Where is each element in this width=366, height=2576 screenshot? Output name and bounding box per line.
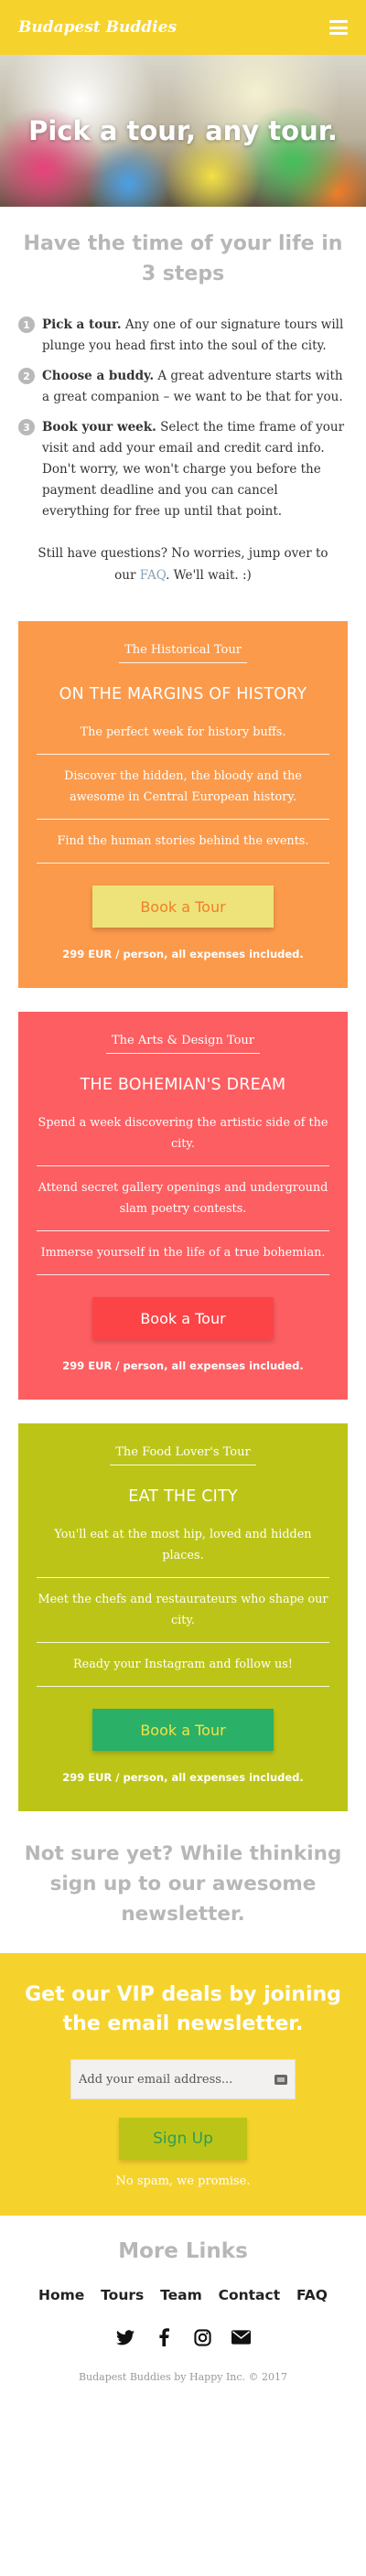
footer-link-home[interactable]: Home	[38, 2287, 84, 2303]
twitter-icon[interactable]	[115, 2327, 135, 2347]
vip-newsletter-section: Get our VIP deals by joining the email n…	[0, 1953, 366, 2216]
tour-point: Meet the chefs and restaurateurs who sha…	[37, 1578, 329, 1643]
hamburger-bar	[329, 20, 348, 23]
tour-name: THE BOHEMIAN'S DREAM	[80, 1076, 286, 1094]
tour-point: Discover the hidden, the bloody and the …	[37, 755, 329, 820]
hero-banner: Pick a tour, any tour.	[0, 55, 366, 207]
hamburger-bar	[329, 32, 348, 35]
facebook-icon[interactable]	[154, 2327, 174, 2347]
tour-name: ON THE MARGINS OF HISTORY	[59, 685, 307, 703]
tour-points: You'll eat at the most hip, loved and hi…	[37, 1522, 329, 1687]
step-body: Select the time frame of your visit and …	[42, 420, 345, 519]
tour-price: 299 EUR / person, all expenses included.	[62, 1359, 304, 1372]
step-text: Pick a tour. Any one of our signature to…	[42, 315, 348, 357]
site-header: Budapest Buddies	[0, 0, 366, 55]
book-tour-button[interactable]: Book a Tour	[92, 1709, 274, 1751]
step-item: 1 Pick a tour. Any one of our signature …	[18, 315, 348, 357]
sign-up-button[interactable]: Sign Up	[119, 2118, 247, 2160]
spam-note: No spam, we promise.	[115, 2174, 251, 2188]
instagram-icon[interactable]	[192, 2327, 212, 2347]
tour-point: Find the human stories behind the events…	[37, 820, 329, 864]
hero-title: Pick a tour, any tour.	[28, 115, 338, 146]
tour-price: 299 EUR / person, all expenses included.	[62, 948, 304, 961]
step-item: 3 Book your week. Select the time frame …	[18, 417, 348, 522]
step-number-badge: 1	[18, 317, 35, 333]
step-bold: Pick a tour.	[42, 317, 122, 332]
tour-point: Immerse yourself in the life of a true b…	[37, 1231, 329, 1275]
tour-title: The Arts & Design Tour	[105, 1028, 261, 1054]
footer-link-faq[interactable]: FAQ	[296, 2287, 328, 2303]
tour-title: The Historical Tour	[119, 638, 247, 663]
step-number-badge: 3	[18, 419, 35, 435]
site-logo[interactable]: Budapest Buddies	[18, 18, 177, 37]
questions-note: Still have questions? No worries, jump o…	[18, 542, 348, 586]
step-bold: Choose a buddy.	[42, 369, 155, 383]
step-number-badge: 2	[18, 368, 35, 384]
newsletter-cta-section: Not sure yet? While thinking sign up to …	[0, 1811, 366, 1953]
tour-points: Spend a week discovering the artistic si…	[37, 1111, 329, 1275]
tour-title: The Food Lover's Tour	[110, 1440, 256, 1465]
more-links-title: More Links	[118, 2239, 248, 2263]
faq-link[interactable]: FAQ	[140, 568, 166, 583]
tour-card-arts-design: The Arts & Design Tour THE BOHEMIAN'S DR…	[18, 1012, 348, 1400]
intro-title: Have the time of your life in 3 steps	[23, 232, 343, 285]
newsletter-cta-title: Not sure yet? While thinking sign up to …	[24, 1842, 342, 1926]
footer-link-contact[interactable]: Contact	[219, 2287, 281, 2303]
footer-nav: Home Tours Team Contact FAQ	[18, 2287, 348, 2303]
tour-name: EAT THE CITY	[128, 1487, 238, 1506]
book-tour-button[interactable]: Book a Tour	[92, 1297, 274, 1339]
tour-point: Attend secret gallery openings and under…	[37, 1166, 329, 1231]
hamburger-bar	[329, 26, 348, 29]
step-item: 2 Choose a buddy. A great adventure star…	[18, 366, 348, 408]
step-text: Book your week. Select the time frame of…	[42, 417, 348, 522]
email-input[interactable]	[79, 2072, 274, 2087]
copyright: Budapest Buddies by Happy Inc. © 2017	[78, 2371, 288, 2383]
tour-points: The perfect week for history buffs. Disc…	[37, 720, 329, 864]
tour-point: Spend a week discovering the artistic si…	[37, 1111, 329, 1166]
intro-section: Have the time of your life in 3 steps 1 …	[0, 207, 366, 596]
email-card-icon	[274, 2074, 287, 2085]
tour-point: The perfect week for history buffs.	[37, 720, 329, 755]
step-bold: Book your week.	[42, 420, 156, 435]
footer-link-team[interactable]: Team	[160, 2287, 202, 2303]
footer: More Links Home Tours Team Contact FAQ B…	[0, 2216, 366, 2420]
tour-price: 299 EUR / person, all expenses included.	[62, 1771, 304, 1784]
step-text: Choose a buddy. A great adventure starts…	[42, 366, 348, 408]
tour-point: Ready your Instagram and follow us!	[37, 1643, 329, 1687]
questions-post: . We'll wait. :)	[166, 568, 252, 583]
steps-list: 1 Pick a tour. Any one of our signature …	[18, 315, 348, 522]
envelope-icon[interactable]	[231, 2327, 251, 2347]
vip-title: Get our VIP deals by joining the email n…	[25, 1983, 341, 2035]
social-links	[18, 2327, 348, 2347]
book-tour-button[interactable]: Book a Tour	[92, 886, 274, 928]
tour-point: You'll eat at the most hip, loved and hi…	[37, 1522, 329, 1578]
tour-card-historical: The Historical Tour ON THE MARGINS OF HI…	[18, 621, 348, 988]
tour-card-food-lover: The Food Lover's Tour EAT THE CITY You'l…	[18, 1423, 348, 1811]
footer-link-tours[interactable]: Tours	[101, 2287, 144, 2303]
email-field-wrapper	[70, 2059, 296, 2099]
hamburger-menu-icon[interactable]	[329, 20, 348, 35]
